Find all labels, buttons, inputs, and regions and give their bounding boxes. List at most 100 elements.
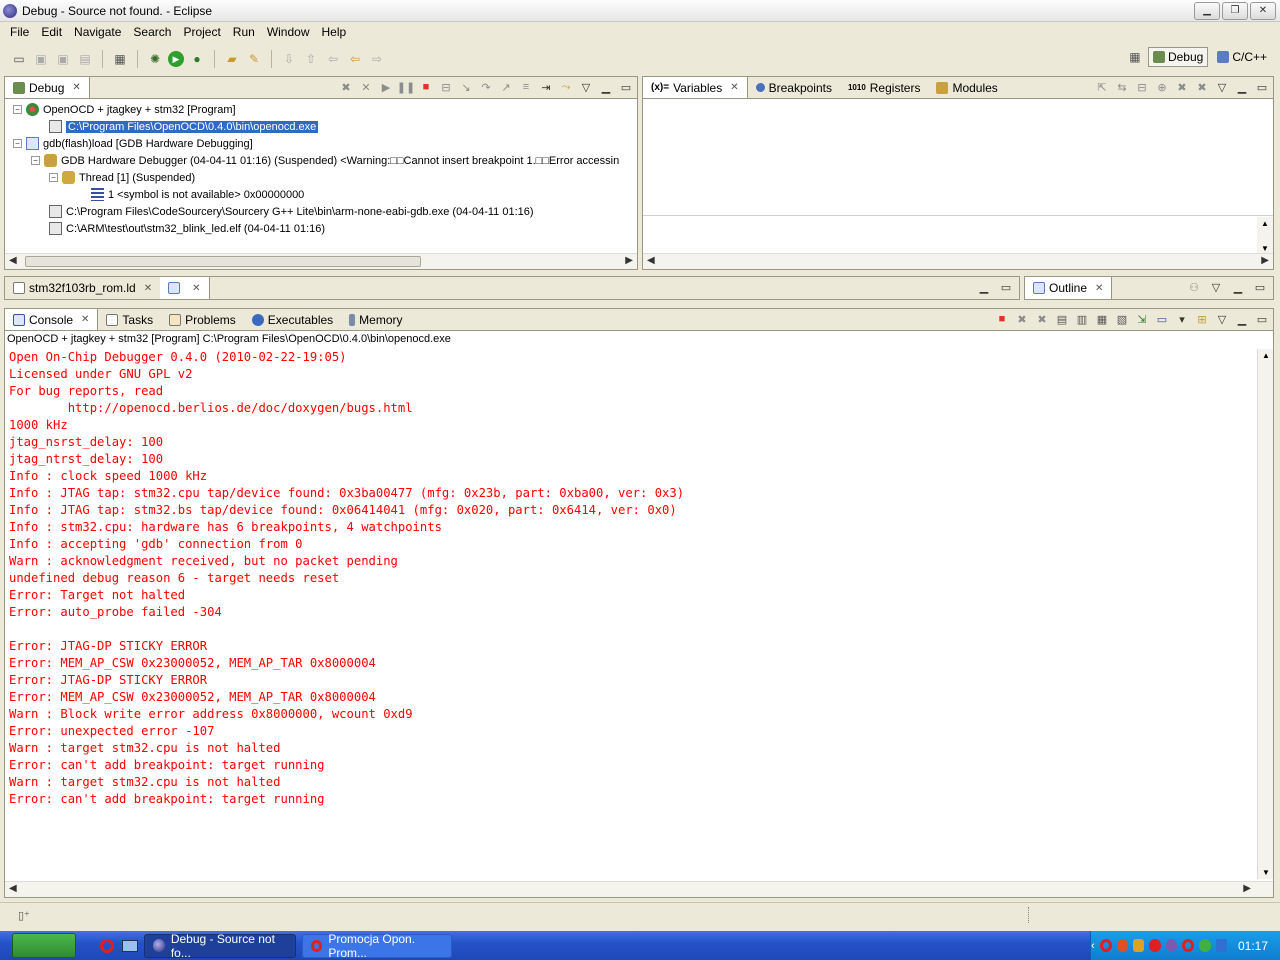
use-step-filters-icon[interactable]: ⤳ (559, 80, 573, 94)
save-all-icon[interactable]: ▣ (54, 50, 72, 68)
menu-navigate[interactable]: Navigate (68, 25, 127, 39)
tree-item-gdb-launch[interactable]: − gdb(flash)load [GDB Hardware Debugging… (13, 135, 253, 152)
connect-icon[interactable]: ✕ (359, 80, 373, 94)
tab-linker-script[interactable]: stm32f103rb_rom.ld ✕ (5, 277, 160, 299)
scroll-up-icon[interactable]: ▲ (1262, 351, 1270, 360)
scroll-right-icon[interactable]: ▶ (1243, 883, 1251, 894)
tab-debug[interactable]: Debug ✕ (5, 77, 90, 98)
external-tools-icon[interactable]: ● (188, 50, 206, 68)
tools-tray-icon[interactable] (1116, 939, 1129, 952)
menu-window[interactable]: Window (261, 25, 316, 39)
step-return-icon[interactable]: ↗ (499, 80, 513, 94)
menu-file[interactable]: File (4, 25, 35, 39)
close-icon[interactable]: ✕ (192, 283, 200, 294)
terminate-icon[interactable]: ■ (995, 312, 1009, 326)
menu-run[interactable]: Run (227, 25, 261, 39)
instruction-step-icon[interactable]: ⇥ (539, 80, 553, 94)
open-folder-icon[interactable]: ▰ (223, 50, 241, 68)
debug-horizontal-scrollbar[interactable]: ◀ ▶ (5, 253, 637, 269)
opera-tray-icon-2[interactable] (1182, 939, 1195, 952)
resume-icon[interactable]: ▶ (379, 80, 393, 94)
variables-detail-scrollbar[interactable]: ▲ ▼ (1257, 217, 1273, 255)
scroll-down-icon[interactable]: ▼ (1261, 244, 1269, 253)
tab-outline[interactable]: Outline ✕ (1025, 277, 1113, 299)
hide-fields-icon[interactable]: ⚇ (1187, 280, 1201, 294)
maximize-view-icon[interactable]: ▭ (1255, 80, 1269, 94)
scroll-left-icon[interactable]: ◀ (647, 255, 655, 266)
save-icon[interactable]: ▣ (32, 50, 50, 68)
remove-launch-icon[interactable]: ✖ (1015, 312, 1029, 326)
close-icon[interactable]: ✕ (730, 82, 738, 93)
add-global-icon[interactable]: ⊕ (1155, 80, 1169, 94)
tab-problems[interactable]: Problems (161, 309, 244, 330)
print-icon[interactable]: ▤ (76, 50, 94, 68)
remove-all-icon[interactable]: ✖ (1195, 80, 1209, 94)
tab-console[interactable]: Console ✕ (5, 309, 99, 330)
console-output[interactable]: Open On-Chip Debugger 0.4.0 (2010-02-22-… (9, 349, 1255, 879)
close-icon[interactable]: ✕ (72, 82, 80, 93)
minimize-view-icon[interactable]: ▁ (599, 80, 613, 94)
show-on-stdout-icon[interactable]: ▦ (1095, 312, 1109, 326)
menu-edit[interactable]: Edit (35, 25, 68, 39)
maximize-view-icon[interactable]: ▭ (1253, 280, 1267, 294)
antivirus-tray-icon[interactable] (1149, 939, 1161, 952)
maximize-view-icon[interactable]: ▭ (619, 80, 633, 94)
tab-modules[interactable]: Modules (928, 77, 1005, 98)
start-button[interactable] (12, 933, 76, 958)
remove-all-terminated-icon[interactable]: ✖ (1035, 312, 1049, 326)
console-horizontal-scrollbar[interactable]: ◀ ▶ (5, 881, 1273, 897)
minimize-view-icon[interactable]: ▁ (1235, 312, 1249, 326)
tab-breakpoints[interactable]: Breakpoints (748, 77, 840, 98)
close-icon[interactable]: ✕ (1095, 283, 1103, 294)
minimize-view-icon[interactable]: ▁ (977, 280, 991, 294)
forward-icon[interactable]: ⇨ (368, 50, 386, 68)
scroll-down-icon[interactable]: ▼ (1262, 868, 1270, 877)
new-icon[interactable]: ▭ (10, 50, 28, 68)
scrollbar-thumb[interactable] (25, 256, 421, 267)
tree-item-openocd-process[interactable]: C:\Program Files\OpenOCD\0.4.0\bin\openo… (49, 118, 320, 135)
pin-console-icon[interactable]: ⇲ (1135, 312, 1149, 326)
prev-annotation-icon[interactable]: ⇧ (302, 50, 320, 68)
remove-terminated-icon[interactable]: ✖ (339, 80, 353, 94)
search-icon[interactable]: ✎ (245, 50, 263, 68)
taskbar-task-eclipse[interactable]: Debug - Source not fo... (144, 932, 296, 960)
debug-launch-icon[interactable]: ✺ (146, 50, 164, 68)
step-over-icon[interactable]: ↷ (479, 80, 493, 94)
tab-executables[interactable]: Executables (244, 309, 341, 330)
tray-expand-icon[interactable]: ‹ (1091, 940, 1095, 952)
update-tray-icon[interactable] (1199, 939, 1211, 952)
scroll-lock-icon[interactable]: ▥ (1075, 312, 1089, 326)
view-menu-icon[interactable]: ▽ (1215, 312, 1229, 326)
maximize-view-icon[interactable]: ▭ (1255, 312, 1269, 326)
tab-registers[interactable]: 1010 Registers (840, 77, 928, 98)
taskbar-task-opera[interactable]: Promocja Opon. Prom... (302, 932, 452, 960)
scroll-right-icon[interactable]: ▶ (1261, 255, 1269, 266)
scroll-left-icon[interactable]: ◀ (9, 255, 17, 266)
variables-horizontal-scrollbar[interactable]: ◀ ▶ (643, 253, 1273, 269)
scroll-up-icon[interactable]: ▲ (1261, 219, 1269, 228)
view-menu-icon[interactable]: ▽ (579, 80, 593, 94)
display-console-icon[interactable]: ▭ (1155, 312, 1169, 326)
next-annotation-icon[interactable]: ⇩ (280, 50, 298, 68)
scroll-right-icon[interactable]: ▶ (625, 255, 633, 266)
minimize-view-icon[interactable]: ▁ (1231, 280, 1245, 294)
perspective-debug[interactable]: Debug (1147, 47, 1209, 67)
tab-memory[interactable]: Memory (341, 309, 410, 330)
swirl-tray-icon[interactable] (1165, 939, 1178, 952)
remove-icon[interactable]: ✖ (1175, 80, 1189, 94)
menu-search[interactable]: Search (127, 25, 177, 39)
tree-item-gdb-debugger[interactable]: − GDB Hardware Debugger (04-04-11 01:16)… (31, 152, 619, 169)
tab-c-source[interactable]: ✕ (160, 277, 210, 299)
last-edit-icon[interactable]: ⇦ (324, 50, 342, 68)
close-icon[interactable]: ✕ (81, 314, 89, 325)
tree-item-gdb-process[interactable]: C:\Program Files\CodeSourcery\Sourcery G… (49, 203, 534, 220)
fast-view-icon[interactable]: ▯⁺ (18, 909, 30, 922)
collapse-all-icon[interactable]: ⊟ (1135, 80, 1149, 94)
drop-to-frame-icon[interactable]: ≡ (519, 80, 533, 94)
close-icon[interactable]: ✕ (144, 283, 152, 294)
view-menu-icon[interactable]: ▽ (1209, 280, 1223, 294)
opera-tray-icon[interactable] (1099, 939, 1112, 952)
console-vertical-scrollbar[interactable]: ▲ ▼ (1257, 349, 1273, 879)
tree-item-elf-process[interactable]: C:\ARM\test\out\stm32_blink_led.elf (04-… (49, 220, 325, 237)
collapse-icon[interactable]: − (31, 156, 40, 165)
